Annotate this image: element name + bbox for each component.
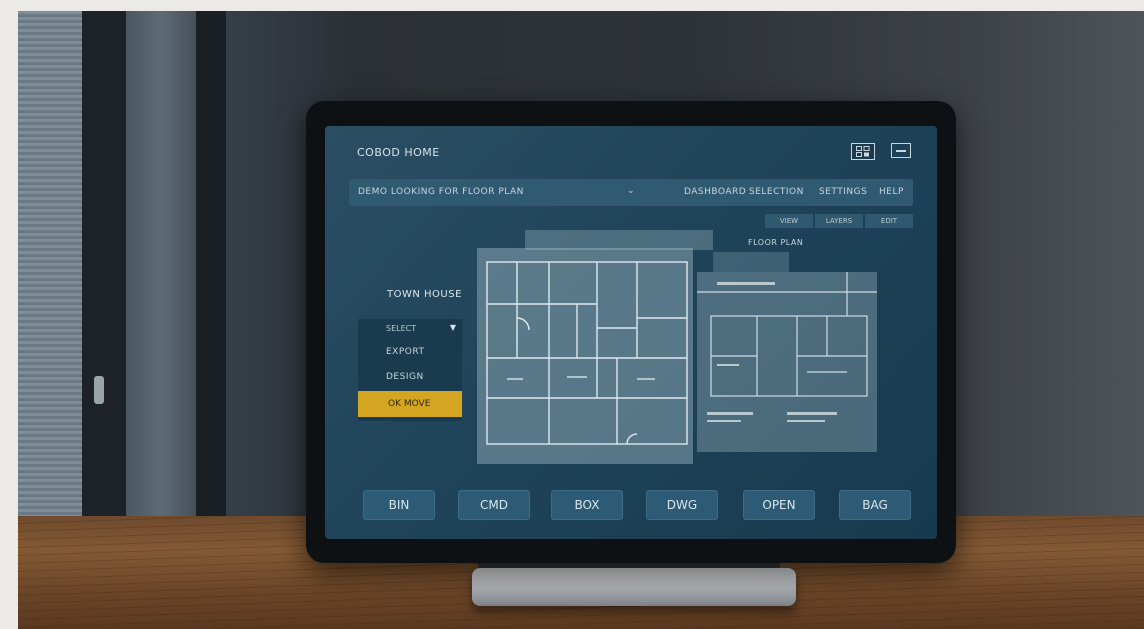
toolbar-button-dwg[interactable]: DWG <box>646 490 718 520</box>
plan-panel-mid <box>713 252 789 272</box>
menu-item-export[interactable]: EXPORT <box>358 341 462 363</box>
floor-plan-drawing <box>486 261 688 445</box>
tab-view[interactable]: VIEW <box>765 214 813 228</box>
action-menu: SELECT ▼ EXPORT DESIGN OK MOVE <box>358 319 462 421</box>
toolbar-button-bin[interactable]: BIN <box>363 490 435 520</box>
view-tabs: VIEW LAYERS EDIT <box>765 214 913 228</box>
toolbar-button-cmd[interactable]: CMD <box>458 490 530 520</box>
menu-item-ok-move[interactable]: OK MOVE <box>358 391 462 417</box>
toolbar-button-open[interactable]: OPEN <box>743 490 815 520</box>
nav-help[interactable]: HELP <box>879 187 904 197</box>
floor-plan-secondary[interactable] <box>697 272 877 452</box>
app-title: COBOD HOME <box>357 146 440 159</box>
top-bar: DEMO LOOKING FOR FLOOR PLAN ⌄ DASHBOARD … <box>349 179 913 206</box>
search-input[interactable]: DEMO LOOKING FOR FLOOR PLAN <box>358 187 524 197</box>
window-blind <box>18 11 82 531</box>
plan-panel-back <box>525 230 713 250</box>
search-dropdown-icon[interactable]: ⌄ <box>627 186 635 196</box>
grid-icon[interactable] <box>851 143 875 160</box>
project-heading: TOWN HOUSE <box>387 289 462 300</box>
window-panel <box>126 11 196 531</box>
tab-layers[interactable]: LAYERS <box>815 214 863 228</box>
select-dropdown[interactable]: SELECT ▼ <box>358 319 462 337</box>
nav-selection[interactable]: SELECTION <box>749 187 804 197</box>
menu-icon[interactable] <box>891 143 911 158</box>
floor-plan-label: FLOOR PLAN <box>748 238 804 247</box>
nav-dashboard[interactable]: DASHBOARD <box>684 187 746 197</box>
floor-plan-drawing <box>697 272 877 422</box>
tablet-device: COBOD HOME DEMO LOOKING FOR FLOOR PLAN ⌄… <box>306 101 956 563</box>
menu-item-design[interactable]: DESIGN <box>358 366 462 388</box>
triangle-down-icon: ▼ <box>449 323 456 332</box>
window-frame <box>82 11 126 531</box>
tablet-stand-base <box>472 568 796 606</box>
window-frame <box>196 11 226 531</box>
tablet-screen: COBOD HOME DEMO LOOKING FOR FLOOR PLAN ⌄… <box>325 126 937 539</box>
select-dropdown-value: SELECT <box>386 323 417 333</box>
floor-plan-main[interactable] <box>477 248 693 464</box>
nav-settings[interactable]: SETTINGS <box>819 187 867 197</box>
tab-edit[interactable]: EDIT <box>865 214 913 228</box>
grid-icon <box>856 146 870 157</box>
toolbar-button-bag[interactable]: BAG <box>839 490 911 520</box>
toolbar-button-box[interactable]: BOX <box>551 490 623 520</box>
window-handle <box>94 376 104 404</box>
